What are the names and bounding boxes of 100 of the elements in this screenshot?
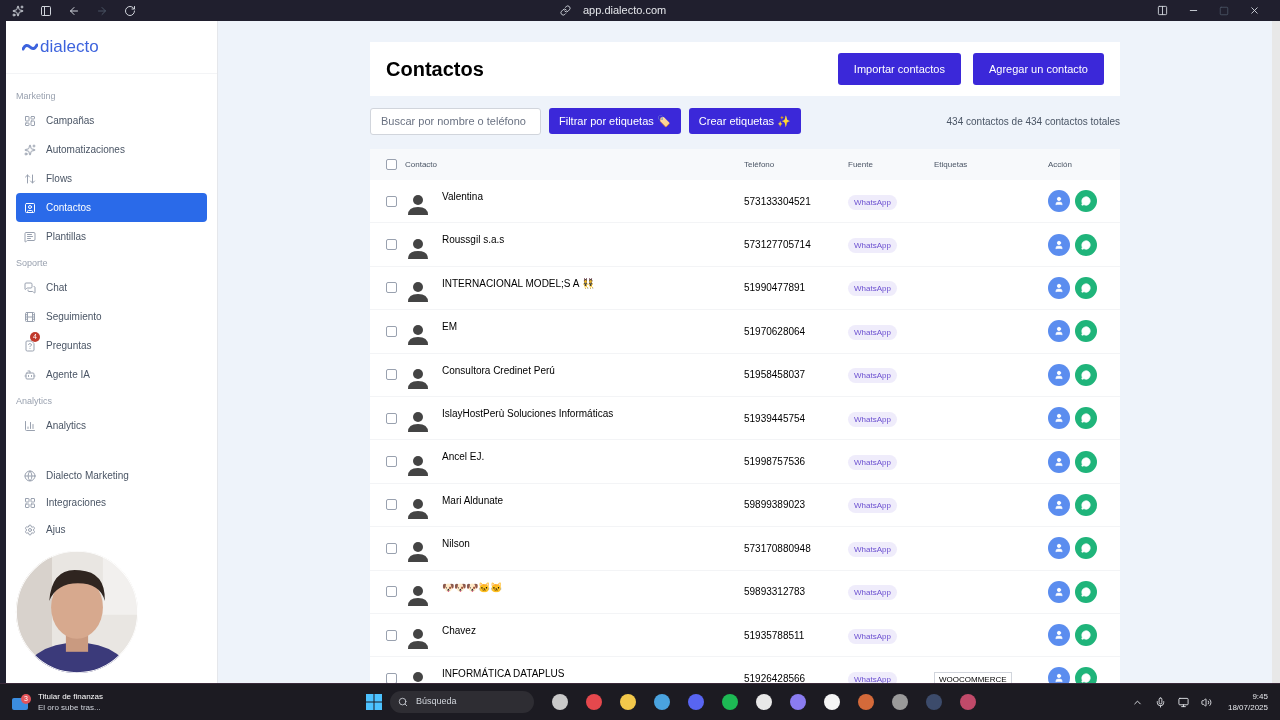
contact-name: INTERNACIONAL MODEL;S A 👯 [442, 276, 595, 291]
microphone-icon[interactable] [1154, 696, 1166, 708]
profile-button[interactable] [1048, 233, 1070, 256]
sidebar-item[interactable]: Contactos [16, 193, 207, 222]
chat-bubble-icon [1081, 413, 1091, 424]
app-icon[interactable] [722, 694, 738, 710]
contact-name: Nilson [442, 537, 471, 552]
profile-button[interactable] [1048, 450, 1070, 473]
close-icon[interactable] [1249, 5, 1260, 16]
profile-button[interactable] [1048, 407, 1070, 430]
source-badge: WhatsApp [848, 324, 897, 340]
checkbox[interactable] [386, 325, 397, 337]
message-button[interactable] [1075, 190, 1097, 213]
profile-button[interactable] [1048, 493, 1070, 516]
sidebar-item[interactable]: Agente IA [16, 360, 207, 389]
tag-button[interactable]: Crear etiquetas ✨ [688, 108, 802, 134]
message-button[interactable] [1075, 233, 1097, 256]
sidebar-item[interactable]: Integraciones [16, 489, 207, 516]
profile-button[interactable] [1048, 580, 1070, 603]
checkbox[interactable] [386, 159, 397, 170]
phone-number: 51990477891 [744, 281, 807, 296]
person-avatar-icon [407, 411, 429, 434]
split-view-icon[interactable] [1157, 5, 1168, 16]
back-icon[interactable] [68, 4, 80, 17]
clock-date: 18/07/2025 [1227, 702, 1268, 713]
checkbox[interactable] [386, 412, 397, 424]
message-button[interactable] [1075, 320, 1097, 343]
sidebar-item[interactable]: Campañas [16, 106, 207, 135]
message-button[interactable] [1075, 363, 1097, 386]
checkbox[interactable] [386, 629, 397, 641]
message-button[interactable] [1075, 580, 1097, 603]
app-icon[interactable] [824, 694, 840, 710]
film-icon [24, 310, 36, 323]
maximize-icon[interactable] [1219, 5, 1229, 16]
person-icon [1054, 630, 1064, 641]
sidebar-item[interactable]: Plantillas [16, 222, 207, 251]
browser-logo-icon[interactable] [12, 4, 24, 17]
source-badge: WhatsApp [848, 281, 897, 297]
app-icon[interactable] [620, 694, 636, 710]
checkbox[interactable] [386, 456, 397, 468]
primary-button[interactable]: Importar contactos [837, 53, 961, 85]
app-icon[interactable] [654, 694, 670, 710]
message-button[interactable] [1075, 407, 1097, 430]
search-field[interactable]: Buscar por nombre o teléfono [370, 107, 541, 135]
url-text[interactable]: app.dialecto.com [583, 2, 667, 19]
reload-icon[interactable] [124, 4, 136, 17]
sidebar-item[interactable]: Seguimiento [16, 302, 207, 331]
settings-icon [24, 523, 36, 536]
monitor-icon[interactable] [1177, 696, 1189, 708]
widget-title: Titular de finanzas [38, 691, 104, 702]
contact-name: Consultora Credinet Perú [442, 363, 556, 378]
app-icon[interactable] [552, 694, 568, 710]
person-icon [1054, 369, 1064, 380]
checkbox[interactable] [386, 369, 397, 381]
checkbox[interactable] [386, 282, 397, 294]
profile-button[interactable] [1048, 190, 1070, 213]
sidebar-item[interactable]: Chat [16, 273, 207, 302]
section-heading: Analytics [16, 395, 53, 407]
sidebar-item[interactable]: Dialecto Marketing [16, 462, 207, 489]
primary-button[interactable]: Agregar un contacto [972, 53, 1104, 85]
message-icon [24, 230, 36, 243]
windows-start-icon[interactable] [366, 694, 382, 710]
checkbox[interactable] [386, 195, 397, 207]
stock-widget-icon[interactable] [12, 698, 28, 710]
checkbox[interactable] [386, 499, 397, 511]
chat-bubble-icon [1081, 282, 1091, 293]
checkbox[interactable] [386, 239, 397, 251]
person-icon [1054, 196, 1064, 207]
chat-bubble-icon [1081, 239, 1091, 250]
checkbox[interactable] [386, 542, 397, 554]
profile-button[interactable] [1048, 276, 1070, 299]
question-file-icon [24, 339, 36, 352]
chat-bubble-icon [1081, 673, 1091, 683]
app-icon[interactable] [892, 694, 908, 710]
profile-button[interactable] [1048, 363, 1070, 386]
profile-button[interactable] [1048, 624, 1070, 647]
message-button[interactable] [1075, 667, 1097, 683]
speaker-icon[interactable] [1200, 696, 1212, 708]
checkbox[interactable] [386, 673, 397, 683]
message-button[interactable] [1075, 537, 1097, 560]
taskbar-search[interactable]: Búsqueda [390, 691, 534, 713]
checkbox[interactable] [386, 586, 397, 598]
sidebar-item[interactable]: Ajus [16, 516, 207, 543]
profile-button[interactable] [1048, 667, 1070, 683]
column-header: Etiquetas [934, 158, 969, 171]
app-icon[interactable] [756, 694, 772, 710]
message-button[interactable] [1075, 493, 1097, 516]
message-button[interactable] [1075, 276, 1097, 299]
tag-button[interactable]: Filtrar por etiquetas 🏷 [549, 108, 681, 134]
message-button[interactable] [1075, 450, 1097, 473]
profile-button[interactable] [1048, 537, 1070, 560]
sidebar-item[interactable]: Automatizaciones [16, 135, 207, 164]
contact-count: 434 contactos de 434 contactos totales [946, 114, 1120, 129]
scrollbar[interactable] [1272, 21, 1280, 683]
sidebar-item[interactable]: Flows [16, 164, 207, 193]
profile-button[interactable] [1048, 320, 1070, 343]
sidebar-toggle-icon[interactable] [40, 4, 52, 17]
chat-bubble-icon [1081, 543, 1091, 554]
message-button[interactable] [1075, 624, 1097, 647]
sidebar-item[interactable]: Analytics [16, 411, 207, 440]
